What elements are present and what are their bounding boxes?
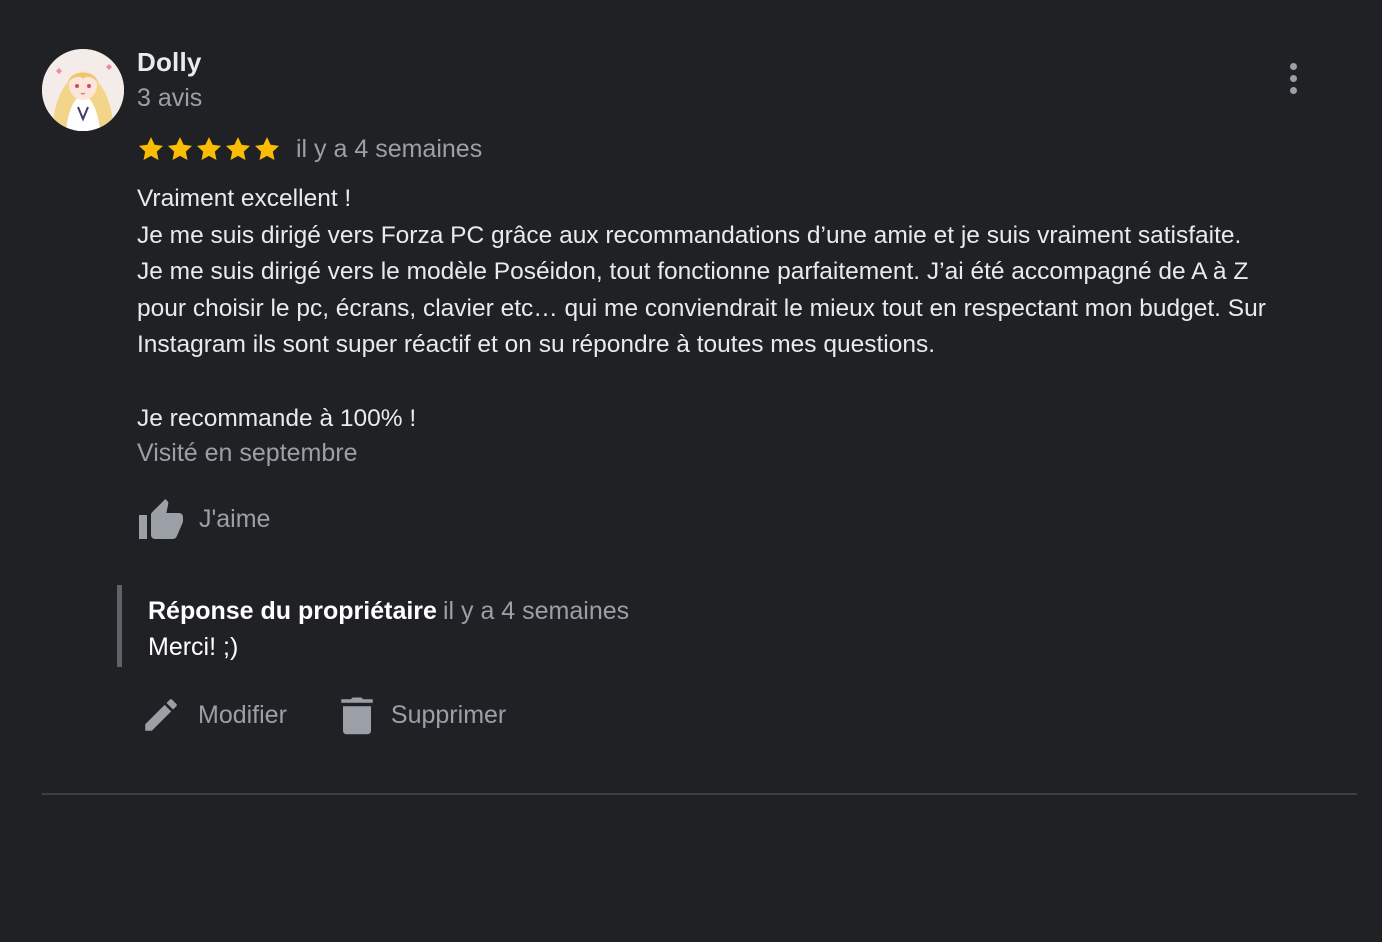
review-date: il y a 4 semaines — [296, 134, 483, 163]
rating-row: il y a 4 semaines — [137, 132, 482, 166]
review-text-line: Vraiment excellent ! — [137, 185, 352, 212]
reply-actions: Modifier Supprimer — [140, 692, 506, 738]
review-text-line: Instagram ils sont super réactif et on s… — [137, 331, 936, 359]
edit-label: Modifier — [198, 700, 287, 729]
star-icon — [167, 137, 193, 160]
star-icon — [254, 137, 280, 160]
divider — [42, 793, 1357, 795]
star-icon — [138, 137, 164, 160]
author-name[interactable]: Dolly — [137, 47, 202, 78]
review-text-line: pour choisir le pc, écrans, clavier etc…… — [137, 294, 1266, 322]
owner-reply-date: il y a 4 semaines — [442, 597, 630, 625]
visit-date: Visité en septembre — [137, 439, 358, 467]
thumb-up-icon — [139, 499, 183, 539]
more-options-button[interactable] — [1278, 58, 1308, 98]
review-text-line: Je me suis dirigé vers le modèle Poséido… — [137, 258, 1249, 286]
more-vert-icon — [1289, 62, 1297, 70]
owner-reply-title: Réponse du propriétaire — [148, 597, 437, 625]
like-label: J'aime — [199, 504, 271, 533]
owner-reply: Réponse du propriétaire il y a 4 semaines… — [117, 585, 1048, 667]
review-text-line: Je me suis dirigé vers Forza PC grâce au… — [137, 221, 1242, 249]
owner-reply-header: Réponse du propriétaire il y a 4 semaines — [148, 597, 1048, 626]
owner-reply-text: Merci! ;) — [148, 633, 239, 661]
author-review-count: 3 avis — [137, 84, 203, 112]
star-icon — [225, 137, 251, 160]
review-text-blank-line — [137, 364, 1367, 401]
avatar-image — [42, 49, 124, 131]
like-button[interactable]: J'aime — [137, 496, 270, 542]
review-text-line: Je recommande à 100% ! — [137, 404, 417, 432]
star-rating — [137, 135, 281, 163]
avatar[interactable] — [42, 49, 124, 131]
pencil-icon — [145, 699, 177, 731]
star-icon — [196, 137, 222, 160]
review-card: Dolly 3 avis il y a 4 semaines Vraiment … — [0, 0, 1382, 942]
edit-reply-button[interactable]: Modifier — [140, 694, 287, 736]
delete-label: Supprimer — [390, 700, 507, 729]
review-text: Vraiment excellent ! Je me suis dirigé v… — [137, 181, 1367, 437]
delete-reply-button[interactable]: Supprimer — [339, 694, 506, 736]
trash-icon — [341, 697, 373, 735]
